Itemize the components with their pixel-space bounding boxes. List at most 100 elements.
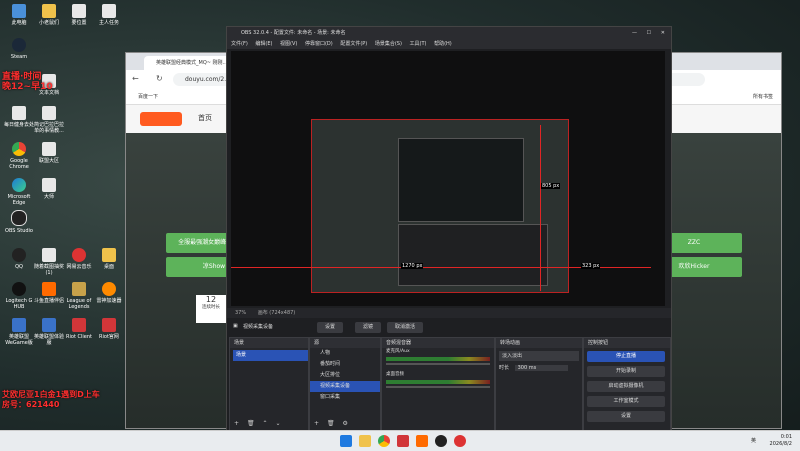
desktop-icon-doc[interactable]: 联盟大区 — [32, 142, 66, 164]
menu-file[interactable]: 文件(F) — [231, 41, 248, 47]
transition-select[interactable]: 淡入淡出 — [499, 351, 579, 361]
desktop-icon-doc[interactable]: 要位置 — [62, 4, 96, 26]
mixer-channel-name: 桌面音频 — [386, 372, 404, 377]
desktop-icon-riot-web[interactable]: Riot官网 — [92, 318, 126, 340]
dock-footer: + 🗑 ⌃ ⌄ — [234, 420, 280, 427]
chrome-icon — [12, 142, 26, 156]
windows-start-icon[interactable] — [340, 435, 352, 447]
desktop-icon-doc[interactable]: 每日健身去处 — [2, 106, 36, 128]
menu-profile[interactable]: 配置文件(P) — [340, 41, 367, 47]
desktop-icon-qq[interactable]: QQ — [2, 248, 36, 270]
source-toolbar: ▣ 视频采集设备 设置 滤镜 取消激活 — [227, 319, 671, 335]
move-up-icon[interactable]: ⌃ — [263, 420, 268, 427]
desktop-icon-this-pc[interactable]: 此电脑 — [2, 4, 36, 26]
stop-streaming-button[interactable]: 停止直播 — [587, 351, 665, 362]
desktop-icon-douyu[interactable]: 斗鱼直播伴侣 — [32, 282, 66, 304]
maximize-icon[interactable]: ☐ — [647, 27, 651, 39]
preview-statusbar: 37% 画布 (724x487) — [227, 308, 671, 318]
menu-scene-collection[interactable]: 场景集合(S) — [375, 41, 402, 47]
zoom-level[interactable]: 37% — [235, 310, 246, 316]
desktop-icon-obs[interactable]: OBS Studio — [2, 210, 36, 234]
nested-obs-preview — [398, 224, 548, 286]
volume-slider[interactable] — [386, 386, 490, 388]
volume-slider[interactable] — [386, 363, 490, 365]
desktop-icon-chrome[interactable]: Google Chrome — [2, 142, 36, 170]
back-icon[interactable]: ← — [132, 74, 139, 83]
remove-icon[interactable]: 🗑 — [247, 420, 255, 427]
virtual-camera-button[interactable]: 启动虚拟摄像机 — [587, 381, 665, 392]
clock-date: 2026/8/2 — [769, 441, 792, 447]
obs-icon — [11, 210, 27, 226]
desktop-icon-lol[interactable]: League of Legends — [62, 282, 96, 310]
desktop-icon-doc[interactable]: 简记巴拉巴拉单的事情教... — [32, 106, 66, 134]
settings-button[interactable]: 设置 — [587, 411, 665, 422]
desktop-icon-netease[interactable]: 网易云音乐 — [62, 248, 96, 270]
source-settings-button[interactable]: 设置 — [317, 322, 343, 333]
close-icon[interactable]: ✕ — [661, 27, 665, 39]
league-icon — [12, 318, 26, 332]
dock-header: 源 — [310, 338, 380, 348]
douyu-logo[interactable] — [140, 112, 182, 126]
desktop-icon-riot[interactable]: Riot Client — [62, 318, 96, 340]
nav-home-link[interactable]: 首页 — [198, 113, 212, 123]
menu-help[interactable]: 帮助(H) — [434, 41, 452, 47]
source-item-selected[interactable]: 视频采集设备 — [310, 381, 380, 392]
dock-header: 控制按钮 — [584, 338, 670, 348]
gear-icon[interactable]: ⚙ — [343, 420, 348, 427]
netease-music-icon[interactable] — [454, 435, 466, 447]
source-item[interactable]: 番茄时间 — [310, 359, 380, 370]
menu-edit[interactable]: 编辑(E) — [255, 41, 272, 47]
stream-time-overlay: 直播·时间 晚12~早10 — [2, 72, 53, 92]
input-language[interactable]: 英 — [751, 438, 756, 445]
desktop-icon-doc[interactable]: 主人任务 — [92, 4, 126, 26]
desktop-icon-edge[interactable]: Microsoft Edge — [2, 178, 36, 206]
source-item[interactable]: 人物 — [310, 348, 380, 359]
controls-dock: 控制按钮 停止直播 开始录制 启动虚拟摄像机 工作室模式 设置 — [583, 337, 671, 431]
desktop-icon-ghub[interactable]: Logitech G HUB — [2, 282, 36, 310]
chat-count: 12 连续时长 — [196, 295, 226, 323]
studio-mode-button[interactable]: 工作室模式 — [587, 396, 665, 407]
canvas-size: 画布 (724x487) — [257, 310, 296, 316]
riot-icon[interactable] — [397, 435, 409, 447]
start-recording-button[interactable]: 开始录制 — [587, 366, 665, 377]
remove-icon[interactable]: 🗑 — [327, 420, 335, 427]
deactivate-button[interactable]: 取消激活 — [387, 322, 423, 333]
desktop-icon-steam[interactable]: Steam — [2, 38, 36, 60]
obs-preview[interactable]: 805 px 1270 px 323 px — [231, 51, 665, 306]
desktop-icon-doc[interactable]: 大师 — [32, 178, 66, 200]
chrome-icon[interactable] — [378, 435, 390, 447]
source-name: 视频采集设备 — [243, 324, 274, 330]
desktop-icon-folder[interactable]: 小老鼠们 — [32, 4, 66, 26]
logitech-icon — [12, 282, 26, 296]
menu-view[interactable]: 视图(V) — [280, 41, 297, 47]
add-icon[interactable]: + — [314, 420, 319, 427]
menu-docks[interactable]: 停靠窗口(D) — [305, 41, 333, 47]
all-bookmarks[interactable]: 所有书签 — [753, 90, 773, 104]
folder-icon — [42, 4, 56, 18]
obs-icon[interactable] — [435, 435, 447, 447]
desktop-icon-lol-wegame[interactable]: 英雄联盟WeGame版 — [2, 318, 36, 346]
riot-icon — [102, 318, 116, 332]
reload-icon[interactable]: ↻ — [156, 74, 163, 83]
minimize-icon[interactable]: — — [632, 27, 637, 39]
clock-time: 0:01 — [780, 434, 792, 440]
desktop-icon-lol-pbe[interactable]: 英雄联盟体验服 — [32, 318, 66, 346]
add-icon[interactable]: + — [234, 420, 239, 427]
desktop-icon-leishen[interactable]: 雷神加速器 — [92, 282, 126, 304]
file-explorer-icon[interactable] — [359, 435, 371, 447]
desktop-icon-folder[interactable]: 桌面 — [92, 248, 126, 270]
scene-item[interactable]: 场景 — [233, 350, 308, 361]
bookmark-item[interactable]: 百度一下 — [138, 94, 158, 100]
duration-input[interactable]: 300 ms — [514, 365, 568, 371]
desktop-icon-doc[interactable]: 随着截图抽奖 (1) — [32, 248, 66, 276]
volume-meter — [386, 357, 490, 361]
system-tray[interactable]: 英 0:01 2026/8/2 — [751, 434, 792, 448]
menu-tools[interactable]: 工具(T) — [410, 41, 427, 47]
sources-dock: 源 人物 番茄时间 大区排位 视频采集设备 窗口采集 + 🗑 ⚙ — [309, 337, 381, 431]
douyu-icon[interactable] — [416, 435, 428, 447]
source-item[interactable]: 大区排位 — [310, 370, 380, 381]
folder-icon — [102, 248, 116, 262]
source-item[interactable]: 窗口采集 — [310, 392, 380, 403]
move-down-icon[interactable]: ⌄ — [275, 420, 280, 427]
source-filters-button[interactable]: 滤镜 — [355, 322, 381, 333]
